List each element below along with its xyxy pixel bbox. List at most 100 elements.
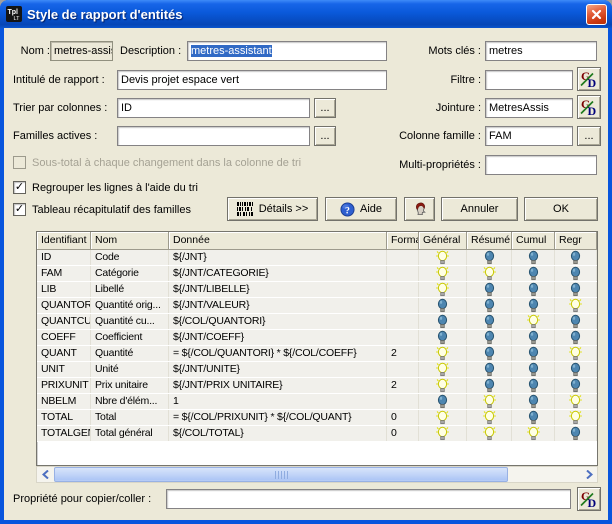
bulb-cell-cumul[interactable] bbox=[512, 314, 555, 329]
table-row[interactable]: FAMCatégorie${/JNT/CATEGORIE} bbox=[37, 266, 597, 282]
bulb-cell-cumul[interactable] bbox=[512, 282, 555, 297]
column-header-cumul[interactable]: Cumul bbox=[512, 232, 555, 250]
bulb-cell-cumul[interactable] bbox=[512, 250, 555, 265]
bulb-cell-cumul[interactable] bbox=[512, 410, 555, 425]
checkbox-box[interactable]: ✓ bbox=[13, 181, 26, 194]
bulb-cell-cumul[interactable] bbox=[512, 346, 555, 361]
title-bar[interactable]: TplLT Style de rapport d'entités bbox=[0, 0, 612, 28]
bulb-cell-regroupement[interactable] bbox=[555, 362, 597, 377]
propriete-copier-field[interactable] bbox=[166, 489, 571, 509]
bulb-cell-resume[interactable] bbox=[467, 266, 512, 281]
column-header-regr[interactable]: Regr bbox=[555, 232, 597, 250]
mots-cles-field[interactable]: metres bbox=[485, 41, 597, 61]
scrollbar-thumb[interactable] bbox=[54, 467, 508, 482]
table-row[interactable]: UNITUnité${/JNT/UNITE} bbox=[37, 362, 597, 378]
bulb-cell-cumul[interactable] bbox=[512, 330, 555, 345]
table-row[interactable]: QUANTCUMQuantité cu...${/COL/QUANTORI} bbox=[37, 314, 597, 330]
bulb-cell-cumul[interactable] bbox=[512, 362, 555, 377]
bulb-cell-regroupement[interactable] bbox=[555, 250, 597, 265]
bulb-cell-resume[interactable] bbox=[467, 250, 512, 265]
bulb-cell-general[interactable] bbox=[419, 314, 467, 329]
propriete-copier-gd-button[interactable]: GD bbox=[577, 487, 601, 511]
column-header-g-n-ral[interactable]: Général bbox=[419, 232, 467, 250]
table-row[interactable]: QUANTQuantité= ${/COL/QUANTORI} * ${/COL… bbox=[37, 346, 597, 362]
bulb-cell-resume[interactable] bbox=[467, 298, 512, 313]
multi-proprietes-field[interactable] bbox=[485, 155, 597, 175]
bulb-cell-general[interactable] bbox=[419, 410, 467, 425]
description-field[interactable]: metres-assistant bbox=[187, 41, 387, 61]
column-header-forma[interactable]: Forma bbox=[387, 232, 419, 250]
bulb-cell-regroupement[interactable] bbox=[555, 346, 597, 361]
checkbox-regrouper[interactable]: ✓ Regrouper les lignes à l'aide du tri bbox=[13, 181, 198, 194]
table-row[interactable]: TOTALTotal= ${/COL/PRIXUNIT} * ${/COL/QU… bbox=[37, 410, 597, 426]
filtre-gd-button[interactable]: GD bbox=[577, 67, 601, 91]
bulb-cell-regroupement[interactable] bbox=[555, 410, 597, 425]
aide-button[interactable]: ? Aide bbox=[325, 197, 397, 221]
bulb-cell-resume[interactable] bbox=[467, 362, 512, 377]
nom-field[interactable]: metres-assist bbox=[50, 41, 113, 61]
intitule-field[interactable]: Devis projet espace vert bbox=[117, 70, 387, 90]
checkbox-box[interactable]: ✓ bbox=[13, 203, 26, 216]
column-header-identifiant[interactable]: Identifiant bbox=[37, 232, 91, 250]
colonne-famille-field[interactable]: FAM bbox=[485, 126, 573, 146]
bulb-cell-regroupement[interactable] bbox=[555, 314, 597, 329]
bulb-cell-regroupement[interactable] bbox=[555, 394, 597, 409]
table-row[interactable]: NBELMNbre d'élém...1 bbox=[37, 394, 597, 410]
bulb-cell-resume[interactable] bbox=[467, 314, 512, 329]
scroll-left-button[interactable] bbox=[37, 467, 54, 482]
bulb-cell-general[interactable] bbox=[419, 266, 467, 281]
bulb-cell-cumul[interactable] bbox=[512, 266, 555, 281]
familles-browse-button[interactable]: ... bbox=[314, 126, 336, 146]
bulb-cell-cumul[interactable] bbox=[512, 378, 555, 393]
bulb-cell-general[interactable] bbox=[419, 330, 467, 345]
bulb-cell-cumul[interactable] bbox=[512, 394, 555, 409]
bulb-cell-general[interactable] bbox=[419, 298, 467, 313]
bulb-cell-regroupement[interactable] bbox=[555, 298, 597, 313]
bulb-cell-resume[interactable] bbox=[467, 282, 512, 297]
bulb-cell-general[interactable] bbox=[419, 378, 467, 393]
bulb-cell-general[interactable] bbox=[419, 250, 467, 265]
details-button[interactable]: Détails >> bbox=[227, 197, 318, 221]
bulb-cell-regroupement[interactable] bbox=[555, 282, 597, 297]
bulb-cell-general[interactable] bbox=[419, 426, 467, 441]
bulb-cell-resume[interactable] bbox=[467, 378, 512, 393]
bulb-cell-general[interactable] bbox=[419, 282, 467, 297]
colonne-famille-browse-button[interactable]: ... bbox=[577, 126, 601, 146]
table-row[interactable]: PRIXUNITPrix unitaire${/JNT/PRIX UNITAIR… bbox=[37, 378, 597, 394]
bulb-cell-general[interactable] bbox=[419, 346, 467, 361]
trier-browse-button[interactable]: ... bbox=[314, 98, 336, 118]
familles-field[interactable] bbox=[117, 126, 310, 146]
trier-field[interactable]: ID bbox=[117, 98, 310, 118]
bulb-cell-cumul[interactable] bbox=[512, 426, 555, 441]
bulb-cell-resume[interactable] bbox=[467, 330, 512, 345]
filtre-field[interactable] bbox=[485, 70, 573, 90]
bulb-cell-regroupement[interactable] bbox=[555, 378, 597, 393]
table-row[interactable]: IDCode${/JNT} bbox=[37, 250, 597, 266]
table-row[interactable]: QUANTORIQuantité orig...${/JNT/VALEUR} bbox=[37, 298, 597, 314]
checkbox-tableau-recapitulatif[interactable]: ✓ Tableau récapitulatif des familles bbox=[13, 203, 191, 216]
bulb-cell-regroupement[interactable] bbox=[555, 266, 597, 281]
bulb-cell-resume[interactable] bbox=[467, 394, 512, 409]
person-button[interactable] bbox=[404, 197, 435, 221]
bulb-cell-regroupement[interactable] bbox=[555, 426, 597, 441]
table-row[interactable]: TOTALGENTotal général${/COL/TOTAL}0 bbox=[37, 426, 597, 442]
column-header-r-sum-[interactable]: Résumé bbox=[467, 232, 512, 250]
bulb-cell-general[interactable] bbox=[419, 394, 467, 409]
jointure-field[interactable]: MetresAssis bbox=[485, 98, 573, 118]
bulb-cell-regroupement[interactable] bbox=[555, 330, 597, 345]
table-row[interactable]: COEFFCoefficient${/JNT/COEFF} bbox=[37, 330, 597, 346]
jointure-gd-button[interactable]: GD bbox=[577, 95, 601, 119]
bulb-cell-cumul[interactable] bbox=[512, 298, 555, 313]
bulb-cell-general[interactable] bbox=[419, 362, 467, 377]
column-header-nom[interactable]: Nom bbox=[91, 232, 169, 250]
scroll-right-button[interactable] bbox=[580, 467, 597, 482]
ok-button[interactable]: OK bbox=[524, 197, 598, 221]
table-horizontal-scrollbar[interactable] bbox=[36, 466, 598, 483]
bulb-cell-resume[interactable] bbox=[467, 346, 512, 361]
bulb-cell-resume[interactable] bbox=[467, 426, 512, 441]
column-header-donn-e[interactable]: Donnée bbox=[169, 232, 387, 250]
bulb-cell-resume[interactable] bbox=[467, 410, 512, 425]
close-button[interactable] bbox=[586, 4, 607, 25]
table-row[interactable]: LIBLibellé${/JNT/LIBELLE} bbox=[37, 282, 597, 298]
annuler-button[interactable]: Annuler bbox=[441, 197, 518, 221]
